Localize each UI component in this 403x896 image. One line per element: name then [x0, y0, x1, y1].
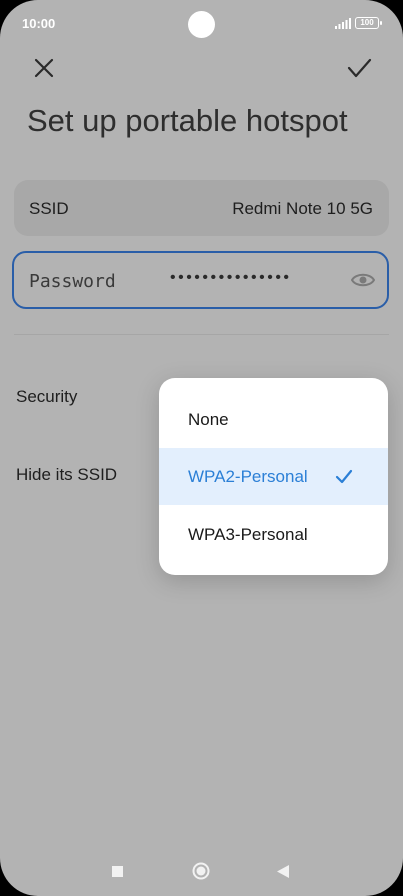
hide-ssid-label[interactable]: Hide its SSID — [16, 465, 117, 485]
page-title: Set up portable hotspot — [27, 103, 348, 138]
password-field[interactable]: Password ••••••••••••••• — [12, 251, 389, 309]
option-wpa2-personal[interactable]: WPA2-Personal — [159, 448, 388, 505]
divider — [14, 334, 389, 335]
navigation-bar — [0, 850, 403, 896]
ssid-label: SSID — [29, 199, 69, 218]
selected-check-icon — [335, 469, 353, 484]
recents-square-icon[interactable] — [112, 866, 123, 877]
ssid-field[interactable]: SSID Redmi Note 10 5G — [14, 180, 389, 236]
check-icon — [347, 58, 372, 78]
password-value: ••••••••••••••• — [170, 269, 292, 286]
option-none[interactable]: None — [159, 391, 388, 448]
signal-icon — [335, 18, 351, 29]
option-label: WPA2-Personal — [188, 467, 308, 486]
option-label: WPA3-Personal — [188, 525, 308, 544]
battery-icon: 100 — [355, 17, 382, 29]
screen: 10:00 100 Set up portable hotspot SSID R… — [0, 0, 403, 896]
back-triangle-icon[interactable] — [277, 865, 289, 878]
confirm-button[interactable] — [343, 52, 375, 84]
camera-cutout — [188, 11, 215, 38]
close-button[interactable] — [28, 52, 60, 84]
option-label: None — [188, 410, 229, 429]
security-label[interactable]: Security — [16, 387, 77, 407]
password-label: Password — [29, 271, 116, 292]
option-wpa3-personal[interactable]: WPA3-Personal — [159, 506, 388, 563]
security-dropdown-menu: None WPA2-Personal WPA3-Personal — [159, 378, 388, 575]
close-icon — [34, 58, 54, 78]
status-time: 10:00 — [22, 16, 56, 31]
ssid-value: Redmi Note 10 5G — [232, 199, 373, 218]
home-circle-icon[interactable] — [192, 862, 210, 880]
status-bar: 10:00 100 — [0, 0, 403, 48]
battery-level: 100 — [360, 18, 374, 27]
eye-icon[interactable] — [351, 271, 375, 289]
